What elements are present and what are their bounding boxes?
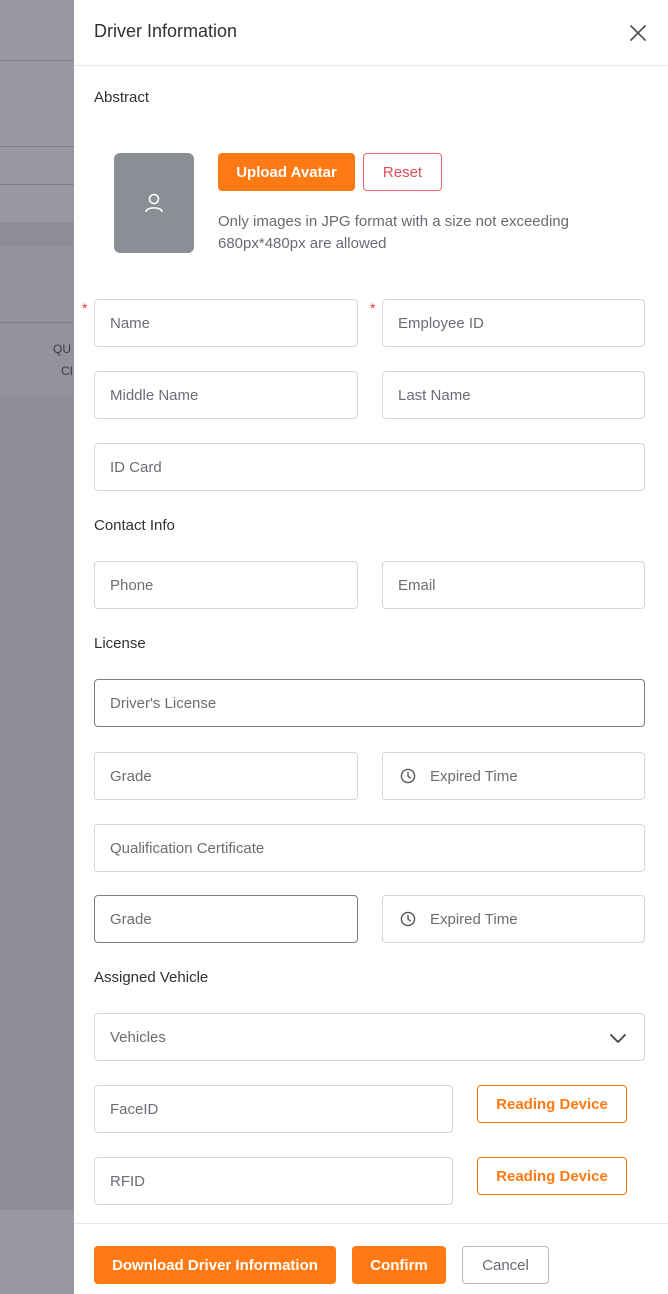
background-footer [0,1210,74,1294]
rfid-input[interactable]: RFID [94,1157,453,1205]
background-column-text: QU [53,342,71,356]
download-driver-information-button[interactable]: Download Driver Information [94,1246,336,1284]
clock-icon [400,911,416,927]
user-icon [145,193,163,213]
chevron-down-icon [610,1034,626,1043]
drawer-footer: Download Driver Information Confirm Canc… [74,1223,668,1294]
required-mark: * [82,300,88,316]
qualification-expired-time-picker[interactable]: Expired Time [382,895,645,943]
email-input[interactable]: Email [382,561,645,609]
drawer-title: Driver Information [94,21,238,41]
faceid-input[interactable]: FaceID [94,1085,453,1133]
rfid-reading-device-button[interactable]: Reading Device [477,1157,627,1195]
license-section-title: License [94,635,146,652]
drivers-license-input[interactable]: Driver's License [94,679,645,727]
phone-input[interactable]: Phone [94,561,358,609]
reset-avatar-button[interactable]: Reset [363,153,442,191]
drawer-header: Driver Information [74,0,668,66]
vehicles-select[interactable]: Vehicles [94,1013,645,1061]
license-expired-time-picker[interactable]: Expired Time [382,752,645,800]
expired-time-placeholder: Expired Time [430,910,518,928]
expired-time-placeholder: Expired Time [430,767,518,785]
background-divider [0,184,74,185]
name-input[interactable]: Name [94,299,358,347]
required-mark: * [370,300,376,316]
background-divider [0,146,74,147]
assigned-vehicle-section-title: Assigned Vehicle [94,969,209,986]
cancel-button[interactable]: Cancel [462,1246,549,1284]
clock-icon [400,768,416,784]
middle-name-input[interactable]: Middle Name [94,371,358,419]
qualification-certificate-input[interactable]: Qualification Certificate [94,824,645,872]
background-column-text: CI [61,364,73,378]
contact-section-title: Contact Info [94,517,175,534]
confirm-button[interactable]: Confirm [352,1246,446,1284]
background-panel [0,0,74,222]
avatar-preview [114,153,194,253]
vehicles-select-placeholder: Vehicles [110,1028,166,1046]
faceid-reading-device-button[interactable]: Reading Device [477,1085,627,1123]
close-icon[interactable] [626,21,650,45]
id-card-input[interactable]: ID Card [94,443,645,491]
license-grade-input[interactable]: Grade [94,752,358,800]
driver-information-drawer: Driver Information Abstract Upload Avata… [74,0,668,1294]
qualification-grade-input[interactable]: Grade [94,895,358,943]
background-divider [0,60,74,61]
employee-id-input[interactable]: Employee ID [382,299,645,347]
avatar-format-hint: Only images in JPG format with a size no… [218,213,569,252]
last-name-input[interactable]: Last Name [382,371,645,419]
background-divider [0,322,74,323]
abstract-section-title: Abstract [94,89,150,106]
upload-avatar-button[interactable]: Upload Avatar [218,153,355,191]
